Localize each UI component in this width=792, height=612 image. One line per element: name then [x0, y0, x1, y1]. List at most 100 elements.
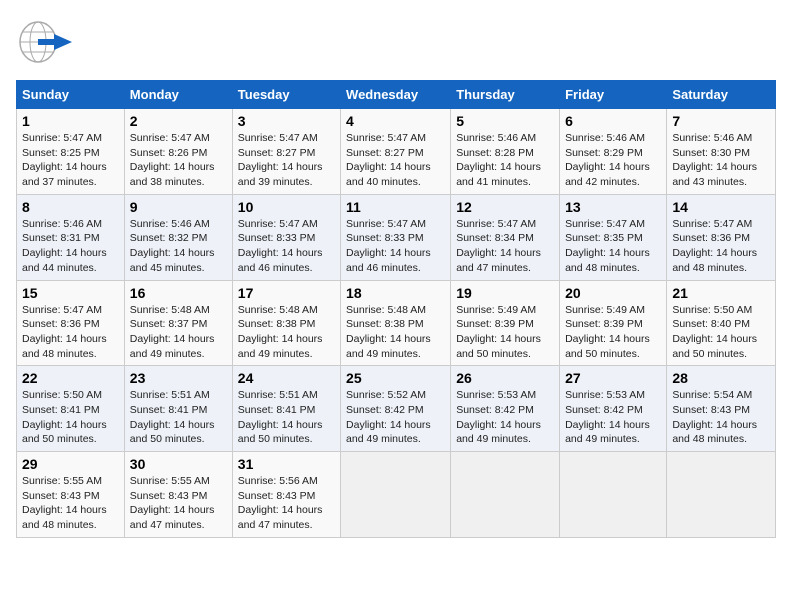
day-info: Sunrise: 5:46 AM Sunset: 8:30 PM Dayligh… [672, 131, 770, 190]
day-info: Sunrise: 5:47 AM Sunset: 8:33 PM Dayligh… [346, 217, 445, 276]
day-number: 22 [22, 370, 119, 386]
calendar-cell [667, 452, 776, 538]
calendar-cell: 18 Sunrise: 5:48 AM Sunset: 8:38 PM Dayli… [341, 280, 451, 366]
calendar-cell: 4Sunrise: 5:47 AM Sunset: 8:27 PM Daylig… [341, 109, 451, 195]
calendar-cell: 24 Sunrise: 5:51 AM Sunset: 8:41 PM Dayli… [232, 366, 340, 452]
day-info: Sunrise: 5:51 AM Sunset: 8:41 PM Dayligh… [238, 388, 335, 447]
day-number: 14 [672, 199, 770, 215]
day-number: 25 [346, 370, 445, 386]
day-number: 18 [346, 285, 445, 301]
day-number: 17 [238, 285, 335, 301]
calendar-cell: 10 Sunrise: 5:47 AM Sunset: 8:33 PM Dayli… [232, 194, 340, 280]
day-info: Sunrise: 5:50 AM Sunset: 8:41 PM Dayligh… [22, 388, 119, 447]
day-number: 26 [456, 370, 554, 386]
calendar-cell: 11 Sunrise: 5:47 AM Sunset: 8:33 PM Dayli… [341, 194, 451, 280]
page-header [16, 16, 776, 68]
calendar-cell: 1Sunrise: 5:47 AM Sunset: 8:25 PM Daylig… [17, 109, 125, 195]
col-header-wednesday: Wednesday [341, 81, 451, 109]
day-info: Sunrise: 5:55 AM Sunset: 8:43 PM Dayligh… [130, 474, 227, 533]
calendar-cell [341, 452, 451, 538]
calendar-week-1: 1Sunrise: 5:47 AM Sunset: 8:25 PM Daylig… [17, 109, 776, 195]
day-info: Sunrise: 5:46 AM Sunset: 8:28 PM Dayligh… [456, 131, 554, 190]
day-number: 28 [672, 370, 770, 386]
logo [16, 16, 80, 68]
day-number: 15 [22, 285, 119, 301]
day-info: Sunrise: 5:48 AM Sunset: 8:38 PM Dayligh… [238, 303, 335, 362]
day-info: Sunrise: 5:48 AM Sunset: 8:38 PM Dayligh… [346, 303, 445, 362]
day-number: 12 [456, 199, 554, 215]
calendar-week-5: 29 Sunrise: 5:55 AM Sunset: 8:43 PM Dayli… [17, 452, 776, 538]
day-number: 30 [130, 456, 227, 472]
day-info: Sunrise: 5:47 AM Sunset: 8:34 PM Dayligh… [456, 217, 554, 276]
day-number: 11 [346, 199, 445, 215]
day-info: Sunrise: 5:51 AM Sunset: 8:41 PM Dayligh… [130, 388, 227, 447]
day-number: 27 [565, 370, 661, 386]
day-number: 6 [565, 113, 661, 129]
day-number: 21 [672, 285, 770, 301]
calendar-cell: 3 Sunrise: 5:47 AM Sunset: 8:27 PM Daylig… [232, 109, 340, 195]
day-info: Sunrise: 5:52 AM Sunset: 8:42 PM Dayligh… [346, 388, 445, 447]
day-info: Sunrise: 5:56 AM Sunset: 8:43 PM Dayligh… [238, 474, 335, 533]
calendar-cell: 2 Sunrise: 5:47 AM Sunset: 8:26 PM Daylig… [124, 109, 232, 195]
day-info: Sunrise: 5:49 AM Sunset: 8:39 PM Dayligh… [456, 303, 554, 362]
calendar-cell: 22 Sunrise: 5:50 AM Sunset: 8:41 PM Dayli… [17, 366, 125, 452]
calendar-cell: 9 Sunrise: 5:46 AM Sunset: 8:32 PM Daylig… [124, 194, 232, 280]
col-header-thursday: Thursday [451, 81, 560, 109]
calendar-cell: 15 Sunrise: 5:47 AM Sunset: 8:36 PM Dayli… [17, 280, 125, 366]
day-number: 20 [565, 285, 661, 301]
calendar-cell: 14 Sunrise: 5:47 AM Sunset: 8:36 PM Dayli… [667, 194, 776, 280]
calendar-cell: 20 Sunrise: 5:49 AM Sunset: 8:39 PM Dayli… [560, 280, 667, 366]
day-info: Sunrise: 5:47 AM Sunset: 8:36 PM Dayligh… [672, 217, 770, 276]
calendar-cell: 16 Sunrise: 5:48 AM Sunset: 8:37 PM Dayli… [124, 280, 232, 366]
day-info: Sunrise: 5:49 AM Sunset: 8:39 PM Dayligh… [565, 303, 661, 362]
calendar-week-3: 15 Sunrise: 5:47 AM Sunset: 8:36 PM Dayli… [17, 280, 776, 366]
day-info: Sunrise: 5:47 AM Sunset: 8:27 PM Dayligh… [238, 131, 335, 190]
calendar-cell: 23 Sunrise: 5:51 AM Sunset: 8:41 PM Dayli… [124, 366, 232, 452]
day-number: 8 [22, 199, 119, 215]
day-number: 29 [22, 456, 119, 472]
day-info: Sunrise: 5:47 AM Sunset: 8:35 PM Dayligh… [565, 217, 661, 276]
day-info: Sunrise: 5:47 AM Sunset: 8:33 PM Dayligh… [238, 217, 335, 276]
col-header-tuesday: Tuesday [232, 81, 340, 109]
day-info: Sunrise: 5:54 AM Sunset: 8:43 PM Dayligh… [672, 388, 770, 447]
calendar-cell: 6 Sunrise: 5:46 AM Sunset: 8:29 PM Daylig… [560, 109, 667, 195]
col-header-friday: Friday [560, 81, 667, 109]
calendar-cell: 27 Sunrise: 5:53 AM Sunset: 8:42 PM Dayli… [560, 366, 667, 452]
day-info: Sunrise: 5:53 AM Sunset: 8:42 PM Dayligh… [565, 388, 661, 447]
calendar-cell [451, 452, 560, 538]
calendar-cell: 7 Sunrise: 5:46 AM Sunset: 8:30 PM Daylig… [667, 109, 776, 195]
day-number: 5 [456, 113, 554, 129]
col-header-saturday: Saturday [667, 81, 776, 109]
day-number: 3 [238, 113, 335, 129]
day-info: Sunrise: 5:55 AM Sunset: 8:43 PM Dayligh… [22, 474, 119, 533]
day-number: 31 [238, 456, 335, 472]
calendar-cell: 29 Sunrise: 5:55 AM Sunset: 8:43 PM Dayli… [17, 452, 125, 538]
calendar-header-row: SundayMondayTuesdayWednesdayThursdayFrid… [17, 81, 776, 109]
day-number: 16 [130, 285, 227, 301]
calendar-cell: 26Sunrise: 5:53 AM Sunset: 8:42 PM Dayli… [451, 366, 560, 452]
day-number: 13 [565, 199, 661, 215]
calendar-cell: 13 Sunrise: 5:47 AM Sunset: 8:35 PM Dayli… [560, 194, 667, 280]
day-info: Sunrise: 5:46 AM Sunset: 8:32 PM Dayligh… [130, 217, 227, 276]
calendar-cell: 25 Sunrise: 5:52 AM Sunset: 8:42 PM Dayli… [341, 366, 451, 452]
day-number: 7 [672, 113, 770, 129]
day-info: Sunrise: 5:48 AM Sunset: 8:37 PM Dayligh… [130, 303, 227, 362]
calendar-cell: 12 Sunrise: 5:47 AM Sunset: 8:34 PM Dayli… [451, 194, 560, 280]
calendar-cell: 21Sunrise: 5:50 AM Sunset: 8:40 PM Dayli… [667, 280, 776, 366]
day-number: 24 [238, 370, 335, 386]
day-info: Sunrise: 5:46 AM Sunset: 8:29 PM Dayligh… [565, 131, 661, 190]
calendar-cell: 30 Sunrise: 5:55 AM Sunset: 8:43 PM Dayli… [124, 452, 232, 538]
col-header-sunday: Sunday [17, 81, 125, 109]
calendar-week-4: 22 Sunrise: 5:50 AM Sunset: 8:41 PM Dayli… [17, 366, 776, 452]
calendar-cell: 8Sunrise: 5:46 AM Sunset: 8:31 PM Daylig… [17, 194, 125, 280]
day-number: 23 [130, 370, 227, 386]
day-number: 2 [130, 113, 227, 129]
day-info: Sunrise: 5:47 AM Sunset: 8:26 PM Dayligh… [130, 131, 227, 190]
day-info: Sunrise: 5:47 AM Sunset: 8:36 PM Dayligh… [22, 303, 119, 362]
day-number: 19 [456, 285, 554, 301]
day-number: 9 [130, 199, 227, 215]
day-number: 10 [238, 199, 335, 215]
calendar-week-2: 8Sunrise: 5:46 AM Sunset: 8:31 PM Daylig… [17, 194, 776, 280]
col-header-monday: Monday [124, 81, 232, 109]
calendar-table: SundayMondayTuesdayWednesdayThursdayFrid… [16, 80, 776, 538]
